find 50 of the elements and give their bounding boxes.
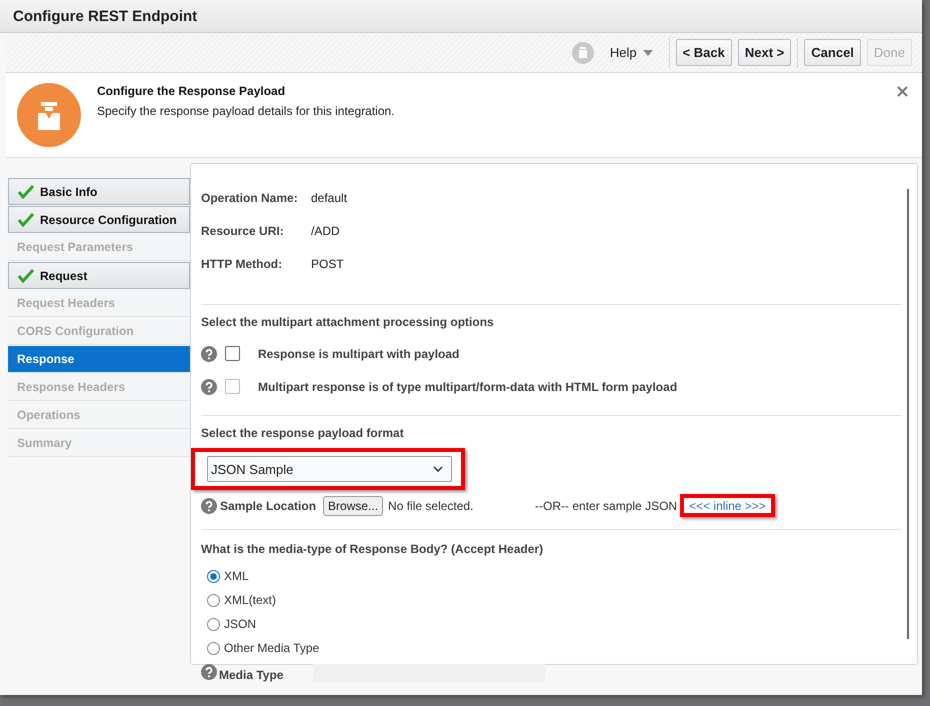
help-icon	[201, 378, 217, 394]
header-title: Configure the Response Payload	[97, 84, 286, 98]
scrollbar[interactable]	[907, 189, 909, 639]
step-item[interactable]: Basic Info	[8, 178, 190, 205]
radio-button[interactable]	[207, 642, 220, 654]
browse-button[interactable]: Browse...	[323, 496, 384, 516]
radio-button[interactable]	[207, 618, 220, 630]
step-icon	[17, 83, 81, 147]
checkbox-label: Response is multipart with payload	[258, 346, 460, 360]
window-title: Configure REST Endpoint	[13, 8, 198, 24]
help-menu[interactable]: Help	[610, 45, 653, 60]
user-icon	[572, 42, 594, 64]
step-item[interactable]: Request	[8, 262, 190, 289]
close-icon	[897, 86, 908, 97]
radio-label: XML	[224, 569, 249, 583]
section-heading: Select the response payload format	[201, 426, 405, 440]
check-icon	[18, 268, 34, 282]
field-label: HTTP Method:	[201, 257, 284, 271]
radio-label: XML(text)	[224, 593, 276, 607]
help-icon	[201, 498, 217, 514]
radio-label: JSON	[224, 617, 256, 631]
toolbar-button[interactable]: Cancel	[804, 39, 861, 66]
checkbox[interactable]	[225, 346, 240, 361]
file-status: No file selected.	[388, 498, 474, 512]
checkbox-label: Multipart response is of type multipart/form-data with HTML form payload	[258, 380, 678, 394]
header-subtitle: Specify the response payload details for this integration.	[97, 104, 396, 118]
input-field[interactable]	[313, 664, 545, 682]
field-label: Resource URI:	[201, 224, 285, 238]
field-value: default	[311, 191, 348, 205]
toolbar-button[interactable]: < Back	[676, 39, 732, 66]
section-heading: What is the media-type of Response Body? (Accept Header)	[201, 542, 544, 556]
radio-button[interactable]	[207, 594, 220, 606]
field-label: Sample Location	[220, 498, 316, 512]
section-heading: Select the multipart attachment processing options	[201, 315, 495, 329]
field-label: Media Type	[219, 667, 284, 682]
step-item[interactable]: Response	[8, 346, 190, 373]
field-value: POST	[311, 257, 344, 271]
toolbar-button[interactable]: Next >	[738, 39, 792, 66]
inline-link[interactable]: <<< inline >>>	[689, 499, 766, 513]
help-icon	[201, 346, 217, 362]
step-item[interactable]: Resource Configuration	[8, 206, 190, 233]
format-dropdown[interactable]: JSON Sample	[207, 456, 452, 482]
check-icon	[18, 184, 34, 198]
radio-label: Other Media Type	[224, 641, 320, 655]
radio-button[interactable]	[207, 570, 220, 582]
check-icon	[18, 212, 34, 226]
chevron-down-icon	[433, 466, 443, 472]
instruction-text: --OR-- enter sample JSON	[535, 498, 678, 512]
field-label: Operation Name:	[201, 191, 299, 205]
field-value: /ADD	[311, 224, 340, 238]
